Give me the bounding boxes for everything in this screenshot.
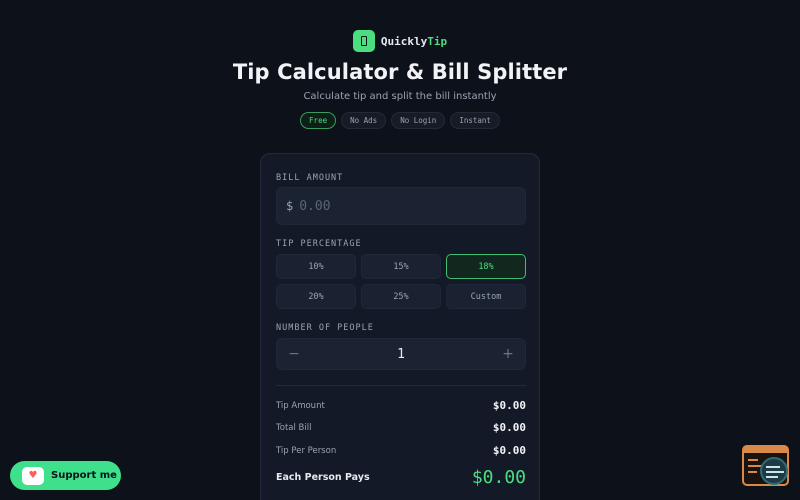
number-of-people-label: NUMBER OF PEOPLE [276,323,374,333]
total-bill-label: Total Bill [276,422,312,433]
page-subtitle: Calculate tip and split the bill instant… [303,91,497,102]
feature-badges: Free No Ads No Login Instant [0,112,800,129]
tip-option-15[interactable]: 15% [361,254,441,279]
tip-amount-value: $0.00 [492,399,526,412]
tip-option-custom[interactable]: Custom [446,284,526,309]
support-me-label: Support me [51,470,117,481]
divider [276,385,526,386]
badge-instant: Instant [450,112,500,129]
total-bill-row: Total Bill $0.00 [276,421,526,434]
bill-amount-field[interactable]: $ [276,187,526,225]
magnifier-icon [760,457,788,485]
decrement-button[interactable]: − [287,346,301,362]
increment-button[interactable]: + [501,346,515,362]
tip-percentage-label: TIP PERCENTAGE [276,239,362,249]
coffee-cup-icon: ♥ [22,466,44,485]
total-bill-value: $0.00 [492,421,526,434]
page-title: Tip Calculator & Bill Splitter [232,60,568,84]
bill-amount-input[interactable] [299,198,500,214]
people-stepper: − 1 + [276,338,526,370]
people-count[interactable]: 1 [397,347,405,362]
tip-per-person-label: Tip Per Person [276,445,337,456]
calculator-card: BILL AMOUNT $ TIP PERCENTAGE 10% 15% 18%… [260,153,540,500]
support-me-button[interactable]: ♥ Support me [10,461,121,490]
brand: QuicklyTip [0,30,800,52]
badge-no-login: No Login [391,112,446,129]
bill-amount-label: BILL AMOUNT [276,173,344,183]
receipt-icon [352,30,375,52]
tip-option-18[interactable]: 18% [446,254,526,279]
each-person-pays-label: Each Person Pays [276,472,370,483]
badge-free: Free [300,112,337,129]
tip-per-person-value: $0.00 [492,444,526,457]
each-person-pays-value: $0.00 [471,467,526,488]
tip-amount-row: Tip Amount $0.00 [276,399,526,412]
tip-options: 10% 15% 18% 20% 25% Custom [276,254,526,309]
tip-option-20[interactable]: 20% [276,284,356,309]
currency-symbol: $ [286,199,294,213]
tip-amount-label: Tip Amount [276,400,325,411]
tip-option-25[interactable]: 25% [361,284,441,309]
badge-no-ads: No Ads [341,112,387,129]
each-person-pays-row: Each Person Pays $0.00 [276,467,526,488]
tip-option-10[interactable]: 10% [276,254,356,279]
brand-name: QuicklyTip [380,34,448,48]
tip-per-person-row: Tip Per Person $0.00 [276,444,526,457]
